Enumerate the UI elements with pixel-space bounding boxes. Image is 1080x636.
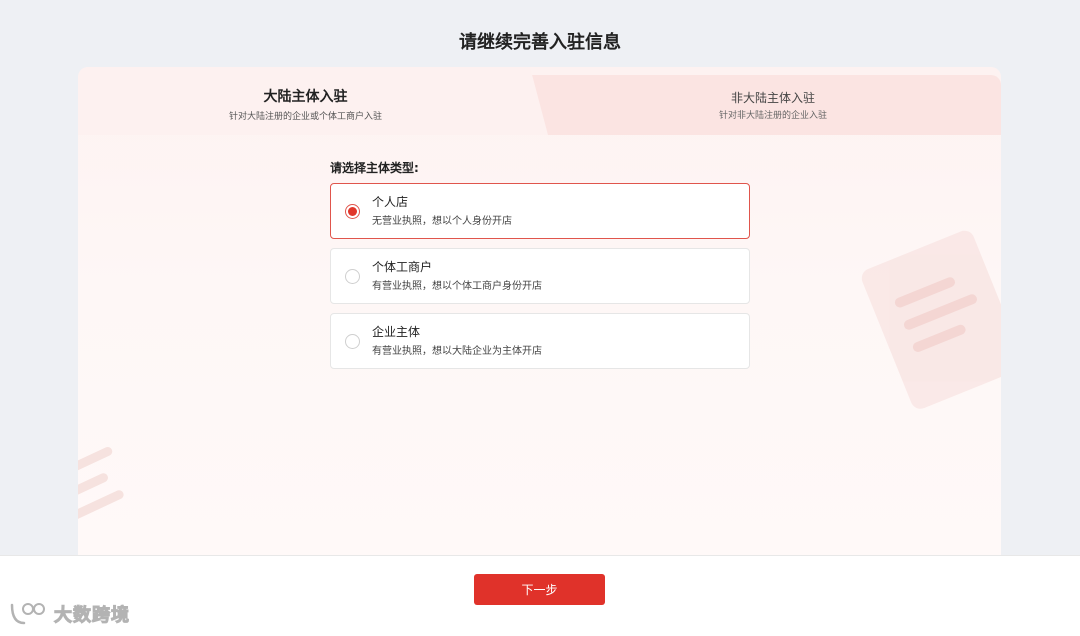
- option-description: 无营业执照，想以个人身份开店: [372, 216, 512, 227]
- radio-unchecked-icon[interactable]: [345, 334, 360, 349]
- footer-bar: 下一步 大数跨境: [0, 555, 1080, 636]
- radio-checked-icon[interactable]: [345, 204, 360, 219]
- option-individual-store[interactable]: 个人店 无营业执照，想以个人身份开店: [330, 183, 750, 239]
- watermark-text: 大数跨境: [54, 605, 130, 627]
- tab-non-mainland-entity[interactable]: 非大陆主体入驻 针对非大陆注册的企业入驻: [658, 89, 888, 122]
- entity-type-label: 请选择主体类型:: [330, 161, 419, 175]
- radio-unchecked-icon[interactable]: [345, 269, 360, 284]
- tab-mainland-subtitle: 针对大陆注册的企业或个体工商户入驻: [228, 112, 382, 122]
- next-step-button[interactable]: 下一步: [474, 574, 605, 605]
- tab-non-mainland-title: 非大陆主体入驻: [730, 91, 815, 105]
- option-enterprise[interactable]: 企业主体 有营业执照，想以大陆企业为主体开店: [330, 313, 750, 369]
- watermark-logo-icon: [10, 603, 45, 625]
- option-individual-business[interactable]: 个体工商户 有营业执照，想以个体工商户身份开店: [330, 248, 750, 304]
- tab-mainland-entity[interactable]: 大陆主体入驻 针对大陆注册的企业或个体工商户入驻: [188, 87, 423, 123]
- document-illustration-icon: [846, 218, 1001, 415]
- onboarding-card: 大陆主体入驻 针对大陆注册的企业或个体工商户入驻 非大陆主体入驻 针对非大陆注册…: [78, 67, 1001, 556]
- option-description: 有营业执照，想以个体工商户身份开店: [372, 281, 542, 292]
- tab-non-mainland-subtitle: 针对非大陆注册的企业入驻: [718, 111, 827, 121]
- page-title: 请继续完善入驻信息: [459, 32, 621, 53]
- watermark-logo: 大数跨境: [8, 600, 130, 628]
- option-title: 个人店: [372, 195, 409, 209]
- option-title: 企业主体: [372, 325, 421, 339]
- tab-mainland-title: 大陆主体入驻: [263, 89, 348, 105]
- corner-decoration: [78, 432, 153, 552]
- option-description: 有营业执照，想以大陆企业为主体开店: [372, 346, 542, 357]
- option-title: 个体工商户: [372, 260, 433, 274]
